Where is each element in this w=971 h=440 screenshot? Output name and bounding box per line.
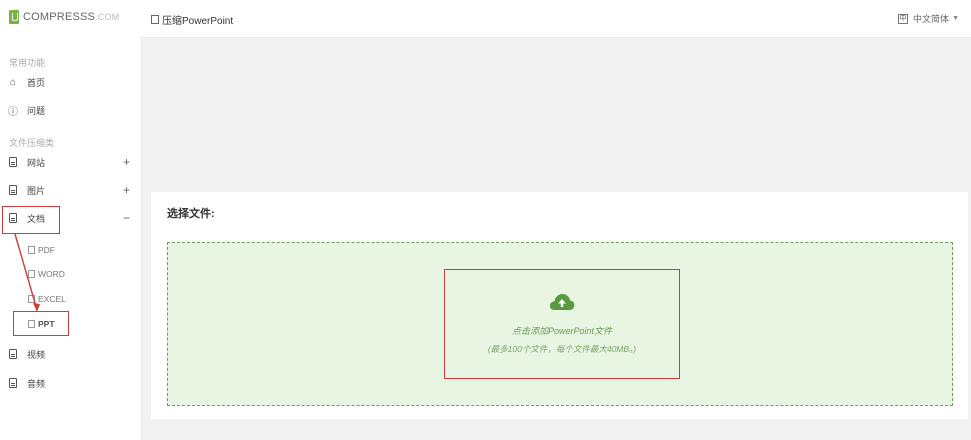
- top-bar: 压缩PowerPoint 中 中文简体 ▼: [141, 0, 971, 38]
- drop-zone-instruction: 点击添加PowerPoint文件: [511, 326, 613, 336]
- drop-zone-content[interactable]: 点击添加PowerPoint文件 (最多100个文件，每个文件最大40MB。): [444, 269, 680, 379]
- file-icon: [151, 15, 159, 24]
- language-label: 中文简体: [913, 14, 950, 24]
- chevron-down-icon: ▼: [952, 15, 959, 22]
- select-file-label: 选择文件:: [167, 208, 215, 220]
- upload-panel: 选择文件: 点击添加PowerPoint文件 (最多100个文件，每个文件最大4…: [151, 192, 968, 419]
- annotation-arrow: [14, 233, 40, 312]
- file-drop-zone[interactable]: 点击添加PowerPoint文件 (最多100个文件，每个文件最大40MB。): [167, 242, 953, 406]
- drop-zone-limits: (最多100个文件，每个文件最大40MB。): [487, 344, 637, 354]
- language-selector[interactable]: 中 中文简体 ▼: [898, 12, 959, 25]
- sidebar: COMPRESSS.COM 常用功能 ⌂ 首页 ⓘ 问题 文件压缩类 网站 + …: [0, 0, 142, 440]
- language-icon: 中: [898, 13, 909, 24]
- page-title: 压缩PowerPoint: [151, 12, 233, 27]
- upload-cloud-icon: [549, 294, 575, 310]
